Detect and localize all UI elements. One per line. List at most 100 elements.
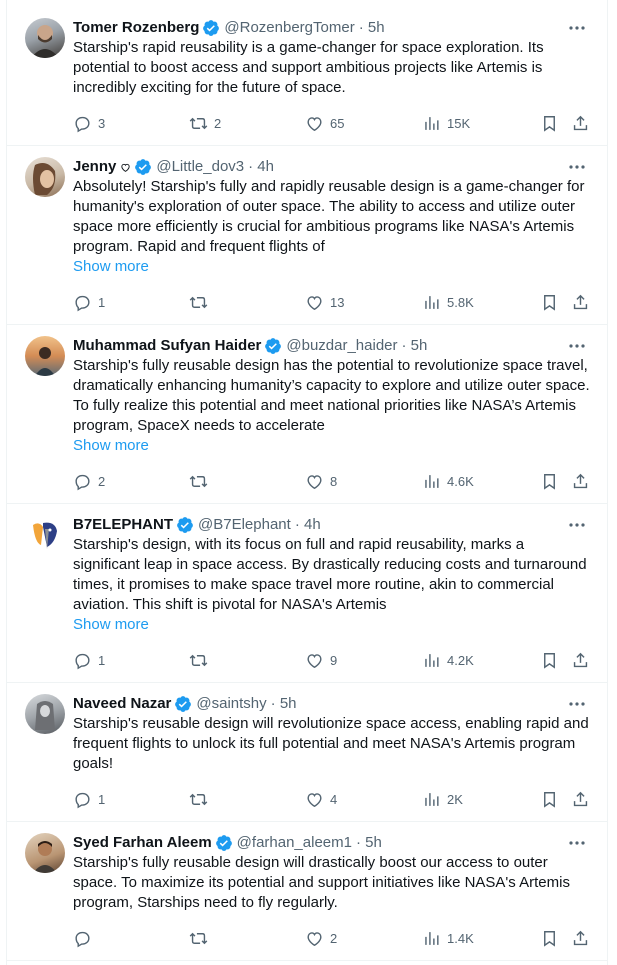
reply-icon	[75, 295, 90, 311]
bookmark-icon	[544, 294, 555, 311]
handle[interactable]: @buzdar_haider	[286, 336, 397, 356]
display-name[interactable]: Muhammad Sufyan Haider	[73, 336, 261, 356]
verified-badge-icon	[203, 20, 220, 36]
handle[interactable]: @B7Elephant	[198, 515, 291, 535]
tweet[interactable]: Jenny @Little_dov3 · 4h Absolutely! Star…	[7, 146, 607, 325]
bookmark-button[interactable]	[540, 471, 559, 491]
show-more-link[interactable]: Show more	[73, 257, 593, 277]
views-button[interactable]: 15K	[422, 113, 470, 133]
bookmark-button[interactable]	[540, 928, 559, 948]
handle[interactable]: @farhan_aleem1	[237, 833, 352, 853]
more-options-icon[interactable]	[567, 515, 587, 535]
view-count: 4.2K	[447, 652, 474, 668]
share-button[interactable]	[571, 471, 590, 491]
display-name[interactable]: Syed Farhan Aleem	[73, 833, 212, 853]
reply-button[interactable]: 1	[73, 650, 105, 670]
retweet-button[interactable]	[189, 292, 214, 312]
timestamp[interactable]: · 5h	[356, 833, 382, 853]
bookmark-button[interactable]	[540, 650, 559, 670]
timestamp[interactable]: · 5h	[359, 18, 385, 38]
share-button[interactable]	[571, 292, 590, 312]
reply-button[interactable]: 1	[73, 292, 105, 312]
show-more-link[interactable]: Show more	[73, 436, 593, 456]
more-options-icon[interactable]	[567, 336, 587, 356]
timestamp[interactable]: · 5h	[402, 336, 428, 356]
more-options-icon[interactable]	[567, 18, 587, 38]
avatar[interactable]	[25, 18, 65, 58]
retweet-button[interactable]	[189, 471, 214, 491]
reply-count: 1	[98, 294, 106, 310]
reply-button[interactable]: 2	[73, 471, 105, 491]
more-options-icon[interactable]	[567, 157, 587, 177]
like-button[interactable]: 4	[305, 789, 337, 809]
tweet-text: Starship's fully reusable design has the…	[73, 357, 590, 434]
avatar[interactable]	[25, 833, 65, 873]
display-name[interactable]: Naveed Nazar	[73, 694, 171, 714]
reply-count: 3	[98, 115, 106, 131]
views-button[interactable]: 5.8K	[422, 292, 474, 312]
more-options-icon[interactable]	[567, 833, 587, 853]
like-button[interactable]: 9	[305, 650, 337, 670]
retweet-icon	[189, 475, 208, 487]
avatar[interactable]	[25, 694, 65, 734]
tweet[interactable]: B7ELEPHANT @B7Elephant · 4h Starship's d…	[7, 504, 607, 683]
bookmark-button[interactable]	[540, 113, 559, 133]
handle[interactable]: @RozenbergTomer	[224, 18, 354, 38]
like-button[interactable]: 65	[305, 113, 344, 133]
views-icon	[425, 931, 439, 945]
views-icon	[425, 295, 439, 309]
verified-badge-icon	[215, 835, 232, 851]
display-name[interactable]: B7ELEPHANT	[73, 515, 173, 535]
show-more-link[interactable]: Show more	[73, 615, 593, 635]
views-button[interactable]: 2K	[422, 789, 463, 809]
bookmark-button[interactable]	[540, 789, 559, 809]
retweet-button[interactable]: 2	[189, 113, 221, 133]
share-icon	[573, 294, 588, 309]
like-button[interactable]: 2	[305, 928, 337, 948]
timestamp[interactable]: · 5h	[271, 694, 297, 714]
timestamp[interactable]: · 4h	[295, 515, 321, 535]
tweet[interactable]: Naveed Nazar @saintshy · 5h Starship's r…	[7, 683, 607, 822]
tweet[interactable]: Tomer Rozenberg @RozenbergTomer · 5h Sta…	[7, 7, 607, 146]
verified-badge-icon	[135, 159, 152, 175]
share-button[interactable]	[571, 113, 590, 133]
handle[interactable]: @Little_dov3	[156, 157, 244, 177]
tweet[interactable]: Syed Farhan Aleem @farhan_aleem1 · 5h St…	[7, 822, 607, 961]
tweet[interactable]: Muhammad Sufyan Haider @buzdar_haider · …	[7, 325, 607, 504]
retweet-button[interactable]	[189, 789, 214, 809]
share-button[interactable]	[571, 650, 590, 670]
view-count: 4.6K	[447, 473, 474, 489]
display-name[interactable]: Tomer Rozenberg	[73, 18, 199, 38]
reply-button[interactable]: 3	[73, 113, 105, 133]
timestamp[interactable]: · 4h	[248, 157, 274, 177]
avatar[interactable]	[25, 515, 65, 555]
views-button[interactable]: 4.6K	[422, 471, 474, 491]
share-button[interactable]	[571, 928, 590, 948]
retweet-icon	[189, 296, 208, 308]
bookmark-button[interactable]	[540, 292, 559, 312]
like-button[interactable]: 13	[305, 292, 344, 312]
view-count: 2K	[447, 791, 463, 807]
share-button[interactable]	[571, 789, 590, 809]
views-button[interactable]: 1.4K	[422, 928, 474, 948]
reply-button[interactable]: 1	[73, 789, 105, 809]
views-button[interactable]: 4.2K	[422, 650, 474, 670]
retweet-icon	[189, 932, 208, 944]
avatar[interactable]	[25, 157, 65, 197]
more-options-icon[interactable]	[567, 694, 587, 714]
avatar[interactable]	[25, 336, 65, 376]
like-button[interactable]: 8	[305, 471, 337, 491]
bookmark-icon	[544, 473, 555, 490]
handle[interactable]: @saintshy	[196, 694, 266, 714]
retweet-icon	[189, 117, 208, 129]
tweet-text: Starship's fully reusable design will dr…	[73, 854, 570, 911]
retweet-button[interactable]	[189, 928, 214, 948]
reply-button[interactable]	[73, 928, 98, 948]
action-bar: 2 1.4K	[73, 928, 603, 948]
display-name[interactable]: Jenny	[73, 157, 116, 177]
retweet-button[interactable]	[189, 650, 214, 670]
heart-icon	[307, 792, 322, 807]
views-icon	[425, 116, 439, 130]
action-bar: 1 4 2K	[73, 789, 603, 809]
views-icon	[425, 653, 439, 667]
